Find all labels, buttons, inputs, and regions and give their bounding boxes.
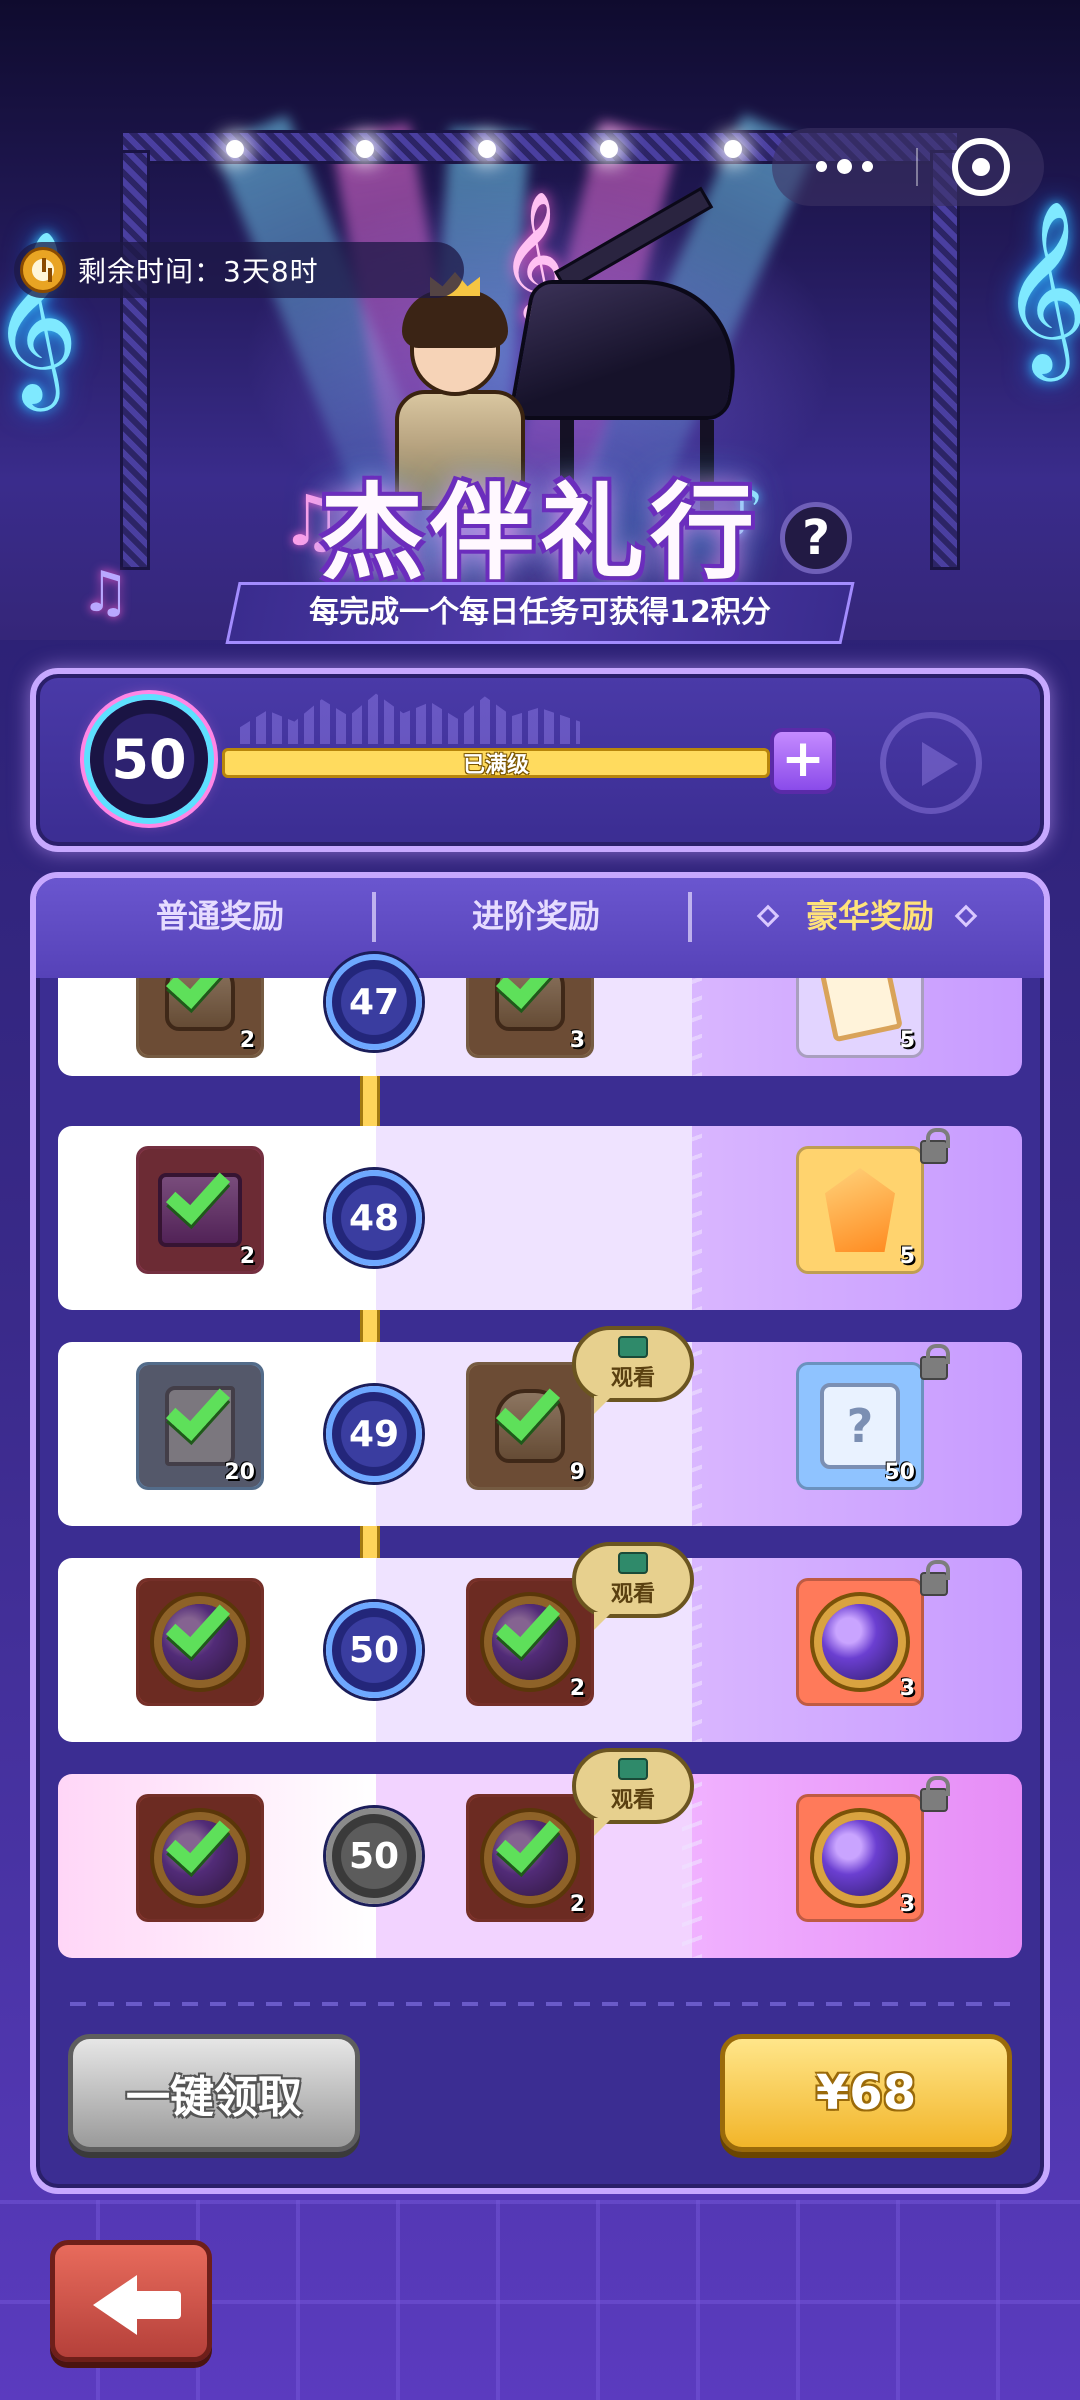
lock-icon [920, 1560, 950, 1596]
reward-row-49: 20 9 ? 50 [58, 1342, 1022, 1526]
lock-icon [920, 1344, 950, 1380]
back-button[interactable] [50, 2240, 212, 2362]
lock-icon [920, 1776, 950, 1812]
claimed-check-icon [165, 1807, 231, 1873]
claimed-check-icon [165, 1591, 231, 1657]
mini-program-capsule [772, 128, 1044, 206]
advanced-reward-item[interactable]: 2 [466, 1794, 594, 1922]
event-title: 杰伴礼行 [319, 472, 760, 594]
normal-reward-item[interactable]: 20 [136, 1362, 264, 1490]
luxury-reward-item[interactable]: 3 [796, 1578, 924, 1706]
luxury-reward-item[interactable]: 5 [796, 1146, 924, 1274]
claimed-check-icon [495, 1807, 561, 1873]
play-music-button[interactable] [880, 712, 982, 814]
level-node-repeat: 50 [326, 1808, 422, 1904]
advanced-reward-item[interactable]: 3 [466, 978, 594, 1058]
level-node-49: 49 [326, 1386, 422, 1482]
watch-ad-button[interactable]: 观看 [572, 1748, 694, 1836]
tab-luxury-rewards: 豪华奖励 [805, 897, 934, 935]
luxury-reward-item[interactable]: 3 [796, 1794, 924, 1922]
close-target-button[interactable] [952, 138, 1010, 196]
orb-icon [822, 1604, 898, 1680]
claimed-check-icon [495, 1375, 561, 1441]
more-menu-button[interactable] [772, 158, 916, 174]
video-camera-icon [618, 1758, 648, 1780]
clock-icon [20, 247, 66, 293]
buy-level-plus-button[interactable]: + [770, 728, 836, 794]
reward-row-repeat: 2 3 [58, 1774, 1022, 1958]
level-progress-bar: 已满级 [222, 748, 770, 778]
claim-all-button[interactable]: 一键领取 [68, 2034, 360, 2152]
reward-row-50: 2 3 [58, 1558, 1022, 1742]
claimed-check-icon [495, 978, 561, 1009]
video-camera-icon [618, 1336, 648, 1358]
video-camera-icon [618, 1552, 648, 1574]
reward-list[interactable]: 2 3 5 2 5 20 9 ? 50 2 3 2 3 [58, 978, 1022, 1978]
claimed-check-icon [495, 1591, 561, 1657]
orb-icon [822, 1820, 898, 1896]
advanced-reward-item[interactable]: 2 [466, 1578, 594, 1706]
claimed-check-icon [165, 1375, 231, 1441]
purchase-button[interactable]: ¥68 [720, 2034, 1012, 2152]
subtitle-text: 每完成一个每日任务可获得12积分 [309, 595, 771, 630]
level-node-48: 48 [326, 1170, 422, 1266]
current-level-badge: 50 [90, 700, 208, 818]
treble-clef-icon: 𝄞 [1000, 200, 1080, 374]
luxury-reward-item[interactable]: ? 50 [796, 1362, 924, 1490]
divider [70, 2002, 1010, 2006]
claimed-check-icon [165, 978, 231, 1009]
normal-reward-item[interactable]: 2 [136, 1146, 264, 1274]
normal-reward-item[interactable]: 2 [136, 978, 264, 1058]
tab-advanced-rewards: 进阶奖励 [471, 897, 600, 935]
claimed-check-icon [165, 1159, 231, 1225]
help-button[interactable]: ? [780, 502, 852, 574]
level-node-50: 50 [326, 1602, 422, 1698]
remaining-time-badge: 剩余时间：3天8时 [14, 242, 464, 298]
tab-normal-rewards: 普通奖励 [155, 897, 284, 935]
crystal-icon [825, 1168, 895, 1252]
watch-ad-button[interactable]: 观看 [572, 1542, 694, 1630]
watch-ad-button[interactable]: 观看 [572, 1326, 694, 1414]
normal-reward-item[interactable] [136, 1794, 264, 1922]
back-arrow-icon [93, 2275, 137, 2335]
advanced-reward-item[interactable]: 9 [466, 1362, 594, 1490]
lock-icon [920, 1128, 950, 1164]
normal-reward-item[interactable] [136, 1578, 264, 1706]
reward-row-47: 2 3 5 [58, 978, 1022, 1076]
level-node-47: 47 [326, 954, 422, 1050]
card-icon [817, 978, 903, 1043]
reward-row-48: 2 5 [58, 1126, 1022, 1310]
luxury-reward-item[interactable]: 5 [796, 978, 924, 1058]
mystery-scroll-icon: ? [820, 1383, 900, 1469]
remaining-time-text: 剩余时间：3天8时 [78, 255, 319, 288]
